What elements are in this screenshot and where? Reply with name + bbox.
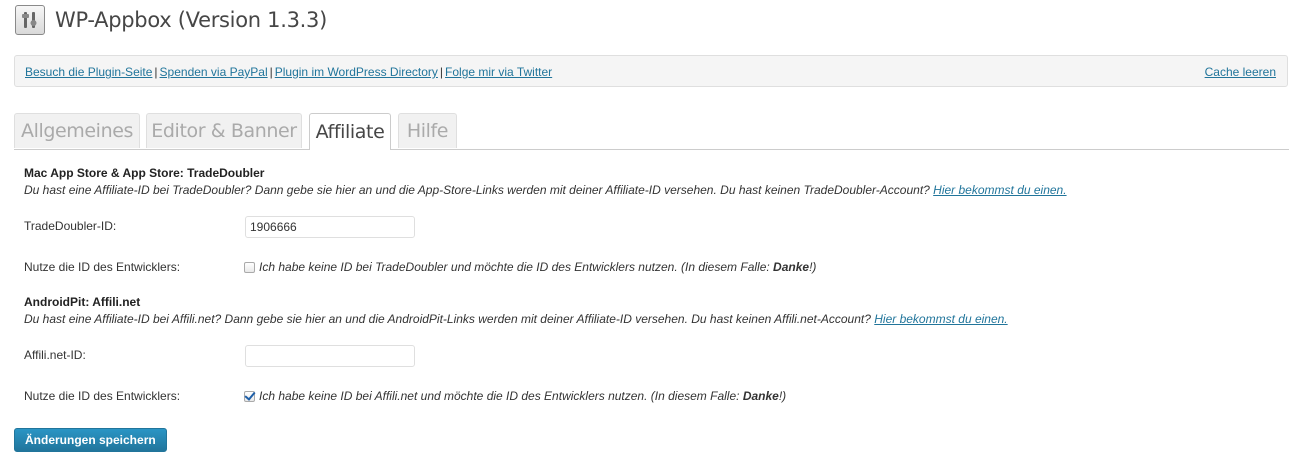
affilinet-dev-label: Nutze die ID des Entwicklers: xyxy=(24,389,181,403)
description-text: Du hast eine Affiliate-ID bei TradeDoubl… xyxy=(24,183,930,197)
link-separator: | xyxy=(154,65,158,79)
affilinet-id-input[interactable] xyxy=(245,345,415,367)
checkbox-text-end: !) xyxy=(778,389,787,403)
link-separator: | xyxy=(439,65,444,79)
tab-allgemeines[interactable]: Allgemeines xyxy=(14,113,140,148)
wordpress-directory-link[interactable]: Plugin im WordPress Directory xyxy=(275,65,438,79)
visit-plugin-page-link[interactable]: Besuch die Plugin-Seite xyxy=(25,65,152,79)
tradedoubler-id-input[interactable] xyxy=(245,216,415,238)
settings-tabs: Allgemeines Editor & Banner Affiliate Hi… xyxy=(14,113,1289,150)
page-header: WP-Appbox (Version 1.3.3) xyxy=(15,5,327,35)
section-description: Du hast eine Affiliate-ID bei Affili.net… xyxy=(24,312,1008,326)
affilinet-section: AndroidPit: Affili.net Du hast eine Affi… xyxy=(24,295,1008,326)
save-changes-button[interactable]: Änderungen speichern xyxy=(14,428,167,452)
section-title: AndroidPit: Affili.net xyxy=(24,295,141,309)
tradedoubler-dev-label: Nutze die ID des Entwicklers: xyxy=(24,260,181,274)
checkbox-text: Ich habe keine ID bei Affili.net und möc… xyxy=(259,389,740,403)
tradedoubler-dev-checkbox[interactable] xyxy=(244,261,255,273)
plugin-link-bar: Besuch die Plugin-Seite | Spenden via PayP… xyxy=(14,55,1288,87)
checkbox-bold-text: Danke xyxy=(742,389,779,403)
clear-cache-link[interactable]: Cache leeren xyxy=(1205,65,1276,79)
tradedoubler-dev-option: Ich habe keine ID bei TradeDoubler und m… xyxy=(244,260,816,274)
tradedoubler-id-label: TradeDoubler-ID: xyxy=(24,219,117,233)
affilinet-signup-link[interactable]: Hier bekommst du einen. xyxy=(874,312,1007,326)
tradedoubler-section: Mac App Store & App Store: TradeDoubler … xyxy=(24,166,1067,197)
plugin-tools-icon xyxy=(15,5,45,35)
checkbox-text: Ich habe keine ID bei TradeDoubler und m… xyxy=(259,260,770,274)
follow-twitter-link[interactable]: Folge mir via Twitter xyxy=(445,65,552,79)
section-description: Du hast eine Affiliate-ID bei TradeDoubl… xyxy=(24,183,1067,197)
page-title: WP-Appbox (Version 1.3.3) xyxy=(55,8,327,32)
tab-affiliate[interactable]: Affiliate xyxy=(309,113,391,150)
affilinet-id-label: Affili.net-ID: xyxy=(24,348,86,362)
donate-paypal-link[interactable]: Spenden via PayPal xyxy=(160,65,268,79)
description-text: Du hast eine Affiliate-ID bei Affili.net… xyxy=(24,312,871,326)
tab-hilfe[interactable]: Hilfe xyxy=(398,113,457,148)
tradedoubler-signup-link[interactable]: Hier bekommst du einen. xyxy=(933,183,1066,197)
section-title: Mac App Store & App Store: TradeDoubler xyxy=(24,166,265,180)
plugin-links: Besuch die Plugin-Seite | Spenden via PayP… xyxy=(25,65,552,79)
link-separator: | xyxy=(269,65,273,79)
checkbox-text-end: !) xyxy=(809,260,817,274)
affilinet-dev-option: Ich habe keine ID bei Affili.net und möc… xyxy=(244,389,786,403)
checkbox-bold-text: Danke xyxy=(773,260,810,274)
tab-editor-banner[interactable]: Editor & Banner xyxy=(146,113,302,148)
affilinet-dev-checkbox[interactable] xyxy=(244,390,255,402)
